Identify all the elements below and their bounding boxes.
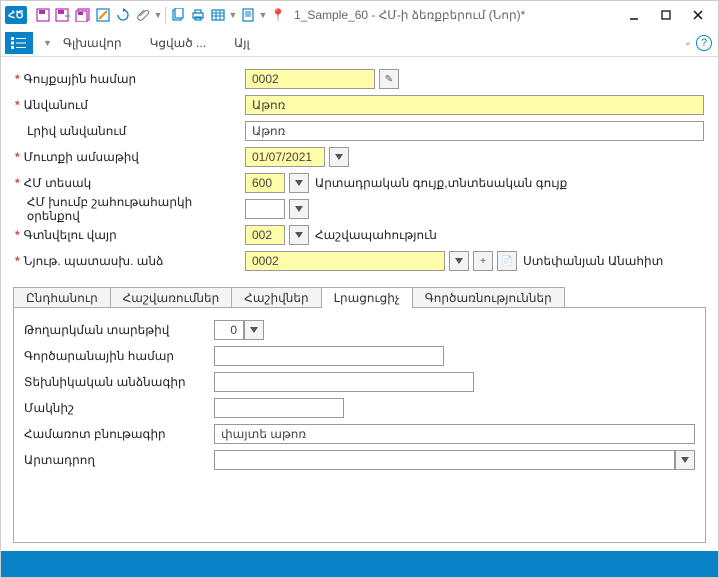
- window-title: 1_Sample_60 - ՀՄ-ի ձեռքբերում (Նոր)*: [294, 8, 525, 22]
- entry-date-input[interactable]: [245, 147, 325, 167]
- edit-icon[interactable]: [93, 5, 113, 25]
- required-marker: *: [15, 176, 20, 190]
- pin-icon[interactable]: 📍: [268, 5, 288, 25]
- menu-ayl[interactable]: Այլ: [220, 29, 264, 56]
- required-marker: *: [15, 228, 20, 242]
- hm-group-label: ՀՄ խումբ շահութահարկի օրենքով: [27, 195, 245, 223]
- row-factory-num: Գործարանային համար: [24, 344, 695, 368]
- row-short-desc: Համառոտ բնութագիր: [24, 422, 695, 446]
- factory-num-input[interactable]: [214, 346, 444, 366]
- row-manufacturer: Արտադրող: [24, 448, 695, 472]
- copy-icon[interactable]: [168, 5, 188, 25]
- hm-group-dropdown[interactable]: [289, 199, 309, 219]
- row-release-year: Թողարկման տարեթիվ: [24, 318, 695, 342]
- attach-icon[interactable]: [133, 5, 153, 25]
- menu-kcvats[interactable]: Կցված ...: [136, 29, 220, 56]
- menubar: ▼ Գլխավոր Կցված ... Այլ ⌄ ?: [1, 29, 718, 57]
- row-entry-date: * Մուտքի ամսաթիվ: [15, 145, 704, 169]
- release-year-label: Թողարկման տարեթիվ: [24, 323, 214, 337]
- row-location: * Գտնվելու վայր Հաշվապահություն: [15, 223, 704, 247]
- brand-label: Մակնիշ: [24, 401, 214, 415]
- refresh-icon[interactable]: [113, 5, 133, 25]
- titlebar: ՀԾ ▼ ▼ ▼ 📍 1_Sample_60 - ՀՄ-ի ձեռքբերում…: [1, 1, 718, 29]
- manufacturer-label: Արտադրող: [24, 453, 214, 467]
- attach-dropdown-icon[interactable]: ▼: [153, 5, 163, 25]
- required-marker: *: [15, 72, 20, 86]
- close-button[interactable]: [682, 3, 714, 27]
- responsible-dropdown[interactable]: [449, 251, 469, 271]
- name-input[interactable]: [245, 95, 704, 115]
- entry-date-dropdown[interactable]: [329, 147, 349, 167]
- row-brand: Մակնիշ: [24, 396, 695, 420]
- tech-passport-label: Տեխնիկական անձնագիր: [24, 375, 214, 389]
- required-marker: *: [15, 150, 20, 164]
- table-icon[interactable]: [208, 5, 228, 25]
- tab-operations[interactable]: Գործառնություններ: [412, 287, 565, 308]
- inventory-num-wand-icon[interactable]: ✎: [379, 69, 399, 89]
- menu-list-icon[interactable]: [5, 32, 33, 54]
- hm-group-input[interactable]: [245, 199, 285, 219]
- manufacturer-input[interactable]: [214, 450, 675, 470]
- inventory-num-input[interactable]: [245, 69, 375, 89]
- row-responsible: * Նյութ. պատասխ. անձ + 📄 Ստեփանյան Անահիտ: [15, 249, 704, 273]
- release-year-dropdown[interactable]: [244, 320, 264, 340]
- full-name-label: Լրիվ անվանում: [27, 124, 126, 138]
- save-all-icon[interactable]: [73, 5, 93, 25]
- location-dropdown[interactable]: [289, 225, 309, 245]
- tabs: Ընդհանուր Հաշվառումներ Հաշիվներ Լրացուցի…: [13, 287, 706, 308]
- tab-additional[interactable]: Լրացուցիչ: [321, 287, 413, 308]
- form-area: * Գույքային համար ✎ * Անվանում Լրիվ անվանո…: [1, 57, 718, 279]
- responsible-add-button[interactable]: +: [473, 251, 493, 271]
- row-hm-group: ՀՄ խումբ շահութահարկի օրենքով: [15, 197, 704, 221]
- help-icon[interactable]: ?: [696, 35, 712, 51]
- print-icon[interactable]: [188, 5, 208, 25]
- brand-input[interactable]: [214, 398, 344, 418]
- row-name: * Անվանում: [15, 93, 704, 117]
- tab-body: Թողարկման տարեթիվ Գործարանային համար Տեխ…: [13, 307, 706, 543]
- responsible-label: Նյութ. պատասխ. անձ: [24, 254, 164, 268]
- row-full-name: Լրիվ անվանում: [15, 119, 704, 143]
- required-marker: *: [15, 254, 20, 268]
- menu-chevron-icon[interactable]: ⌄: [684, 37, 692, 48]
- hm-type-text: Արտադրական գույք,տնտեսական գույք: [315, 176, 567, 190]
- maximize-button[interactable]: [650, 3, 682, 27]
- minimize-button[interactable]: [618, 3, 650, 27]
- entry-date-label: Մուտքի ամսաթիվ: [24, 150, 139, 164]
- row-inventory-num: * Գույքային համար ✎: [15, 67, 704, 91]
- required-marker: *: [15, 98, 20, 112]
- save-close-icon[interactable]: [53, 5, 73, 25]
- row-hm-type: * ՀՄ տեսակ Արտադրական գույք,տնտեսական գու…: [15, 171, 704, 195]
- location-text: Հաշվապահություն: [315, 228, 437, 242]
- hm-type-code-input[interactable]: [245, 173, 285, 193]
- hm-type-dropdown[interactable]: [289, 173, 309, 193]
- tab-accounts[interactable]: Հաշիվներ: [231, 287, 321, 308]
- short-desc-label: Համառոտ բնութագիր: [24, 427, 214, 441]
- manufacturer-dropdown[interactable]: [675, 450, 695, 470]
- toolbar-separator: [165, 7, 166, 23]
- release-year-input[interactable]: [214, 320, 244, 340]
- tech-passport-input[interactable]: [214, 372, 474, 392]
- menu-main[interactable]: Գլխավոր: [49, 29, 136, 56]
- responsible-view-button[interactable]: 📄: [497, 251, 517, 271]
- factory-num-label: Գործարանային համար: [24, 349, 214, 363]
- name-label: Անվանում: [24, 98, 88, 112]
- responsible-text: Ստեփանյան Անահիտ: [523, 254, 663, 268]
- document-icon[interactable]: [238, 5, 258, 25]
- inventory-num-label: Գույքային համար: [24, 72, 136, 86]
- location-label: Գտնվելու վայր: [24, 228, 117, 242]
- tab-accountings[interactable]: Հաշվառումներ: [110, 287, 233, 308]
- hm-type-label: ՀՄ տեսակ: [24, 176, 92, 190]
- responsible-code-input[interactable]: [245, 251, 445, 271]
- short-desc-input[interactable]: [214, 424, 695, 444]
- table-dropdown-icon[interactable]: ▼: [228, 5, 238, 25]
- document-dropdown-icon[interactable]: ▼: [258, 5, 268, 25]
- location-code-input[interactable]: [245, 225, 285, 245]
- app-logo: ՀԾ: [5, 6, 27, 24]
- full-name-input[interactable]: [245, 121, 704, 141]
- row-tech-passport: Տեխնիկական անձնագիր: [24, 370, 695, 394]
- statusbar: [1, 551, 718, 577]
- save-icon[interactable]: [33, 5, 53, 25]
- tab-general[interactable]: Ընդհանուր: [13, 287, 111, 308]
